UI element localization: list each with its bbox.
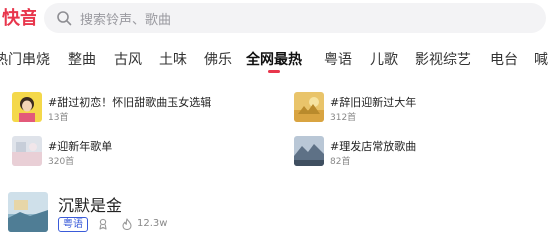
- tab-buddhist[interactable]: 佛乐: [204, 49, 232, 69]
- top-bar: 快音 搜索铃声、歌曲: [0, 0, 548, 36]
- tab-cantonese[interactable]: 粤语: [324, 49, 352, 69]
- playlist-title: #辞旧迎新过大年: [330, 96, 417, 109]
- playlist-cover-image: [294, 92, 324, 122]
- search-bar[interactable]: 搜索铃声、歌曲: [44, 3, 546, 33]
- playlist-card[interactable]: #理发店常放歌曲 82首: [294, 136, 544, 168]
- song-language-tag: 粤语: [58, 217, 88, 232]
- tab-ancient-style[interactable]: 古风: [114, 49, 142, 69]
- tab-hottest[interactable]: 全网最热: [246, 49, 302, 69]
- search-placeholder[interactable]: 搜索铃声、歌曲: [80, 9, 171, 28]
- playlist-card[interactable]: #迎新年歌单 320首: [12, 136, 272, 168]
- playlist-cover-image: [12, 136, 42, 166]
- playlist-count: 320首: [48, 157, 75, 167]
- song-cover-image[interactable]: [8, 192, 48, 232]
- app-logo[interactable]: 快音: [2, 5, 38, 29]
- playlist-card[interactable]: #辞旧迎新过大年 312首: [294, 92, 544, 124]
- tab-hot-medley[interactable]: 热门串烧: [0, 49, 50, 69]
- tab-rustic[interactable]: 土味: [159, 49, 187, 69]
- playlist-cover-image: [12, 92, 42, 122]
- tab-film-tv[interactable]: 影视综艺: [415, 49, 471, 69]
- app-logo-text: 快音: [2, 7, 36, 28]
- tab-full-songs[interactable]: 整曲: [68, 49, 96, 69]
- playlist-count: 312首: [330, 113, 357, 123]
- search-icon: [57, 11, 72, 26]
- playlist-cover-image: [294, 136, 324, 166]
- playlist-count: 13首: [48, 113, 69, 123]
- playlist-count: 82首: [330, 157, 351, 167]
- category-tabs: 热门串烧 整曲 古风 土味 佛乐 全网最热 粤语 儿歌 影视综艺 电台 喊: [0, 40, 548, 80]
- song-heat-count: 12.3w: [137, 218, 168, 229]
- tab-kids[interactable]: 儿歌: [370, 49, 398, 69]
- singer-icon: [99, 218, 107, 230]
- active-tab-indicator: [268, 70, 280, 73]
- fire-icon: [122, 218, 132, 230]
- playlist-title: #迎新年歌单: [48, 140, 113, 153]
- tab-shout[interactable]: 喊: [534, 49, 548, 69]
- playlist-title: #甜过初恋！怀旧甜歌曲玉女选辑: [48, 96, 212, 109]
- playlist-card[interactable]: #甜过初恋！怀旧甜歌曲玉女选辑 13首: [12, 92, 272, 124]
- song-title[interactable]: 沉默是金: [58, 192, 122, 216]
- tab-radio[interactable]: 电台: [490, 49, 518, 69]
- playlist-title: #理发店常放歌曲: [330, 140, 417, 153]
